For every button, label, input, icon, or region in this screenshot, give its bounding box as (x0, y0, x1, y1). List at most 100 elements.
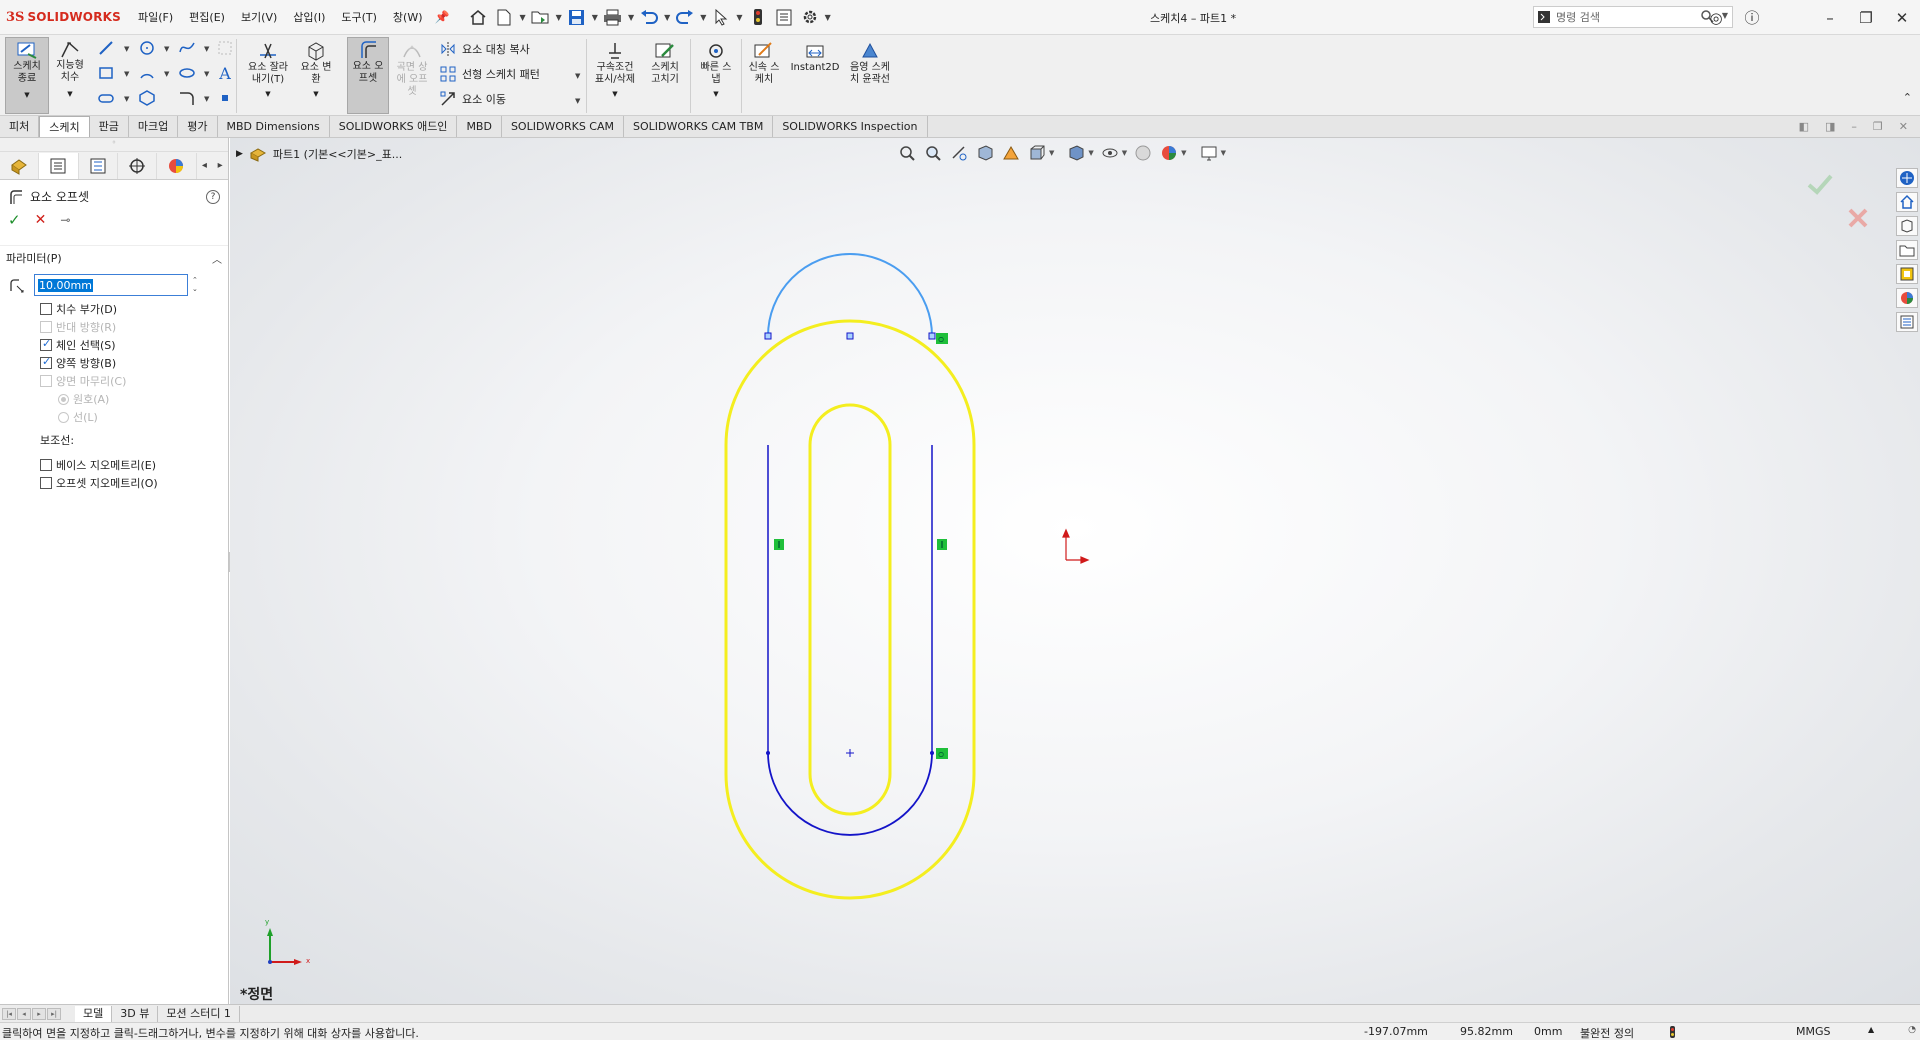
tab-features[interactable]: 피처 (0, 116, 40, 137)
rectangle-icon[interactable] (97, 64, 115, 82)
redo-icon[interactable] (674, 6, 696, 28)
convert-dropdown-icon[interactable]: ▼ (313, 88, 318, 100)
save-icon[interactable] (566, 6, 588, 28)
menu-view[interactable]: 보기(V) (233, 9, 285, 25)
search-input[interactable]: 명령 검색 (1556, 9, 1600, 25)
new-document-icon[interactable] (493, 6, 515, 28)
confirm-ok-check-icon[interactable] (1806, 172, 1834, 199)
tile-right-icon[interactable]: ◨ (1825, 120, 1835, 133)
close-icon[interactable]: ✕ (1884, 9, 1920, 27)
help-icon[interactable]: ⓘ (1734, 7, 1770, 28)
line-icon[interactable] (97, 39, 115, 57)
prev-tab-icon[interactable]: ◂ (17, 1007, 31, 1020)
tab-motion-study[interactable]: 모션 스터디 1 (158, 1005, 240, 1022)
tab-sheet-metal[interactable]: 판금 (89, 116, 129, 137)
custom-properties-icon[interactable] (1896, 312, 1918, 332)
next-tab-icon[interactable]: ▸ (32, 1007, 46, 1020)
fillet-icon[interactable] (178, 89, 196, 107)
new-dropdown-icon[interactable]: ▼ (519, 13, 525, 22)
ellipse-dropdown-icon[interactable]: ▼ (204, 70, 209, 78)
undo-icon[interactable] (638, 6, 660, 28)
fillet-dropdown-icon[interactable]: ▼ (204, 95, 209, 103)
user-account-icon[interactable]: ◎ (1698, 9, 1734, 27)
parameters-group[interactable]: 파라미터(P) ︿ (0, 245, 228, 270)
bidirectional-checkbox[interactable] (40, 355, 52, 369)
slot-dropdown-icon[interactable]: ▼ (124, 95, 129, 103)
add-dimensions-option[interactable]: 치수 부가(D) (0, 300, 228, 318)
offset-geometry-option[interactable]: 오프셋 지오메트리(O) (0, 474, 228, 492)
shaded-sketch-contours-button[interactable]: 음영 스케치 윤곽선 (848, 39, 892, 113)
collapse-ribbon-icon[interactable]: ⌃ (1903, 91, 1912, 104)
quick-snaps-button[interactable]: 빠른 스냅 ▼ (696, 39, 736, 113)
feature-manager-tab-icon[interactable] (0, 152, 40, 179)
offset-on-surface-button[interactable]: 곡면 상에 오프셋 (392, 39, 432, 113)
tabs-scroll-right-icon[interactable]: ▸ (212, 160, 228, 171)
tab-mbd[interactable]: MBD (457, 116, 502, 137)
print-dropdown-icon[interactable]: ▼ (628, 13, 634, 22)
tab-solidworks-cam[interactable]: SOLIDWORKS CAM (501, 116, 625, 137)
options-dropdown-icon[interactable]: ▼ (825, 13, 831, 22)
spin-up-icon[interactable]: ⌃ (192, 276, 198, 285)
rapid-sketch-button[interactable]: 신속 스케치 (746, 39, 782, 113)
save-dropdown-icon[interactable]: ▼ (592, 13, 598, 22)
offset-entities-button[interactable]: 요소 오프셋 (347, 37, 389, 114)
tab-evaluate[interactable]: 평가 (178, 116, 218, 137)
graphics-area[interactable]: ▶ 파트1 (기본<<기본>_표... ▼ ▼ ▼ ▼ ▼ ᴑ ᴑ y x *정… (230, 138, 1920, 1004)
linear-sketch-pattern-button[interactable]: 선형 스케치 패턴 (440, 66, 540, 82)
menu-insert[interactable]: 삽입(I) (285, 9, 333, 25)
select-chain-option[interactable]: 체인 선택(S) (0, 336, 228, 354)
move-entities-button[interactable]: 요소 이동 (440, 91, 506, 107)
select-chain-checkbox[interactable] (40, 337, 52, 351)
doc-restore-icon[interactable]: ❐ (1873, 120, 1883, 133)
linear-pattern-dropdown-icon[interactable]: ▼ (575, 72, 580, 80)
circle-icon[interactable] (138, 39, 156, 57)
configuration-manager-tab-icon[interactable] (79, 152, 118, 179)
file-explorer-icon[interactable] (1896, 240, 1918, 260)
collapse-chevron-icon[interactable]: ︿ (212, 251, 222, 266)
ok-check-icon[interactable]: ✓ (8, 211, 21, 229)
tab-mbd-dimensions[interactable]: MBD Dimensions (217, 116, 330, 137)
first-tab-icon[interactable]: |◂ (2, 1007, 16, 1020)
help-icon[interactable]: ? (206, 189, 220, 204)
display-delete-relations-button[interactable]: 구속조건 표시/삭제 ▼ (591, 39, 639, 113)
open-folder-icon[interactable] (530, 6, 552, 28)
display-manager-tab-icon[interactable] (157, 152, 197, 179)
ellipse-icon[interactable] (178, 64, 196, 82)
solidworks-logo[interactable]: 3S SOLIDWORKS (0, 10, 130, 25)
undo-dropdown-icon[interactable]: ▼ (664, 13, 670, 22)
base-geometry-checkbox[interactable] (40, 459, 52, 471)
rebuild-traffic-light-icon[interactable] (747, 6, 769, 28)
convert-entities-button[interactable]: 요소 변환 ▼ (296, 39, 336, 113)
tab-solidworks-inspection[interactable]: SOLIDWORKS Inspection (773, 116, 928, 137)
solidworks-resources-icon[interactable] (1896, 168, 1918, 188)
base-geometry-option[interactable]: 베이스 지오메트리(E) (0, 456, 228, 474)
select-dropdown-icon[interactable]: ▼ (736, 13, 742, 22)
relations-dropdown-icon[interactable]: ▼ (612, 88, 617, 100)
tile-left-icon[interactable]: ◧ (1799, 120, 1809, 133)
tab-markup[interactable]: 마크업 (128, 116, 179, 137)
repair-sketch-button[interactable]: 스케치 고치기 (645, 39, 685, 113)
panel-grip-icon[interactable]: ◦ (0, 138, 228, 152)
home-icon[interactable] (467, 6, 489, 28)
arc-icon[interactable] (138, 64, 156, 82)
exit-sketch-button[interactable]: 스케치 종료 ▼ (5, 37, 49, 114)
arc-dropdown-icon[interactable]: ▼ (164, 70, 169, 78)
print-icon[interactable] (602, 6, 624, 28)
design-library-home-icon[interactable] (1896, 192, 1918, 212)
circle-dropdown-icon[interactable]: ▼ (164, 45, 169, 53)
spline-icon[interactable] (178, 39, 196, 57)
menu-edit[interactable]: 편집(E) (181, 9, 233, 25)
smart-dimension-dropdown-icon[interactable]: ▼ (67, 88, 72, 100)
exit-sketch-dropdown-icon[interactable]: ▼ (24, 89, 29, 101)
options-gear-icon[interactable] (799, 6, 821, 28)
unit-system[interactable]: MMGS (1796, 1025, 1831, 1038)
trim-dropdown-icon[interactable]: ▼ (265, 88, 270, 100)
trim-entities-button[interactable]: 요소 잘라내기(T) ▼ (244, 39, 292, 113)
cancel-x-icon[interactable]: ✕ (35, 212, 47, 228)
design-library-icon[interactable] (1896, 216, 1918, 236)
view-palette-icon[interactable] (1896, 264, 1918, 284)
offset-geometry-checkbox[interactable] (40, 477, 52, 489)
rectangle-dropdown-icon[interactable]: ▼ (124, 70, 129, 78)
menu-file[interactable]: 파일(F) (130, 9, 181, 25)
menu-tools[interactable]: 도구(T) (333, 9, 385, 25)
